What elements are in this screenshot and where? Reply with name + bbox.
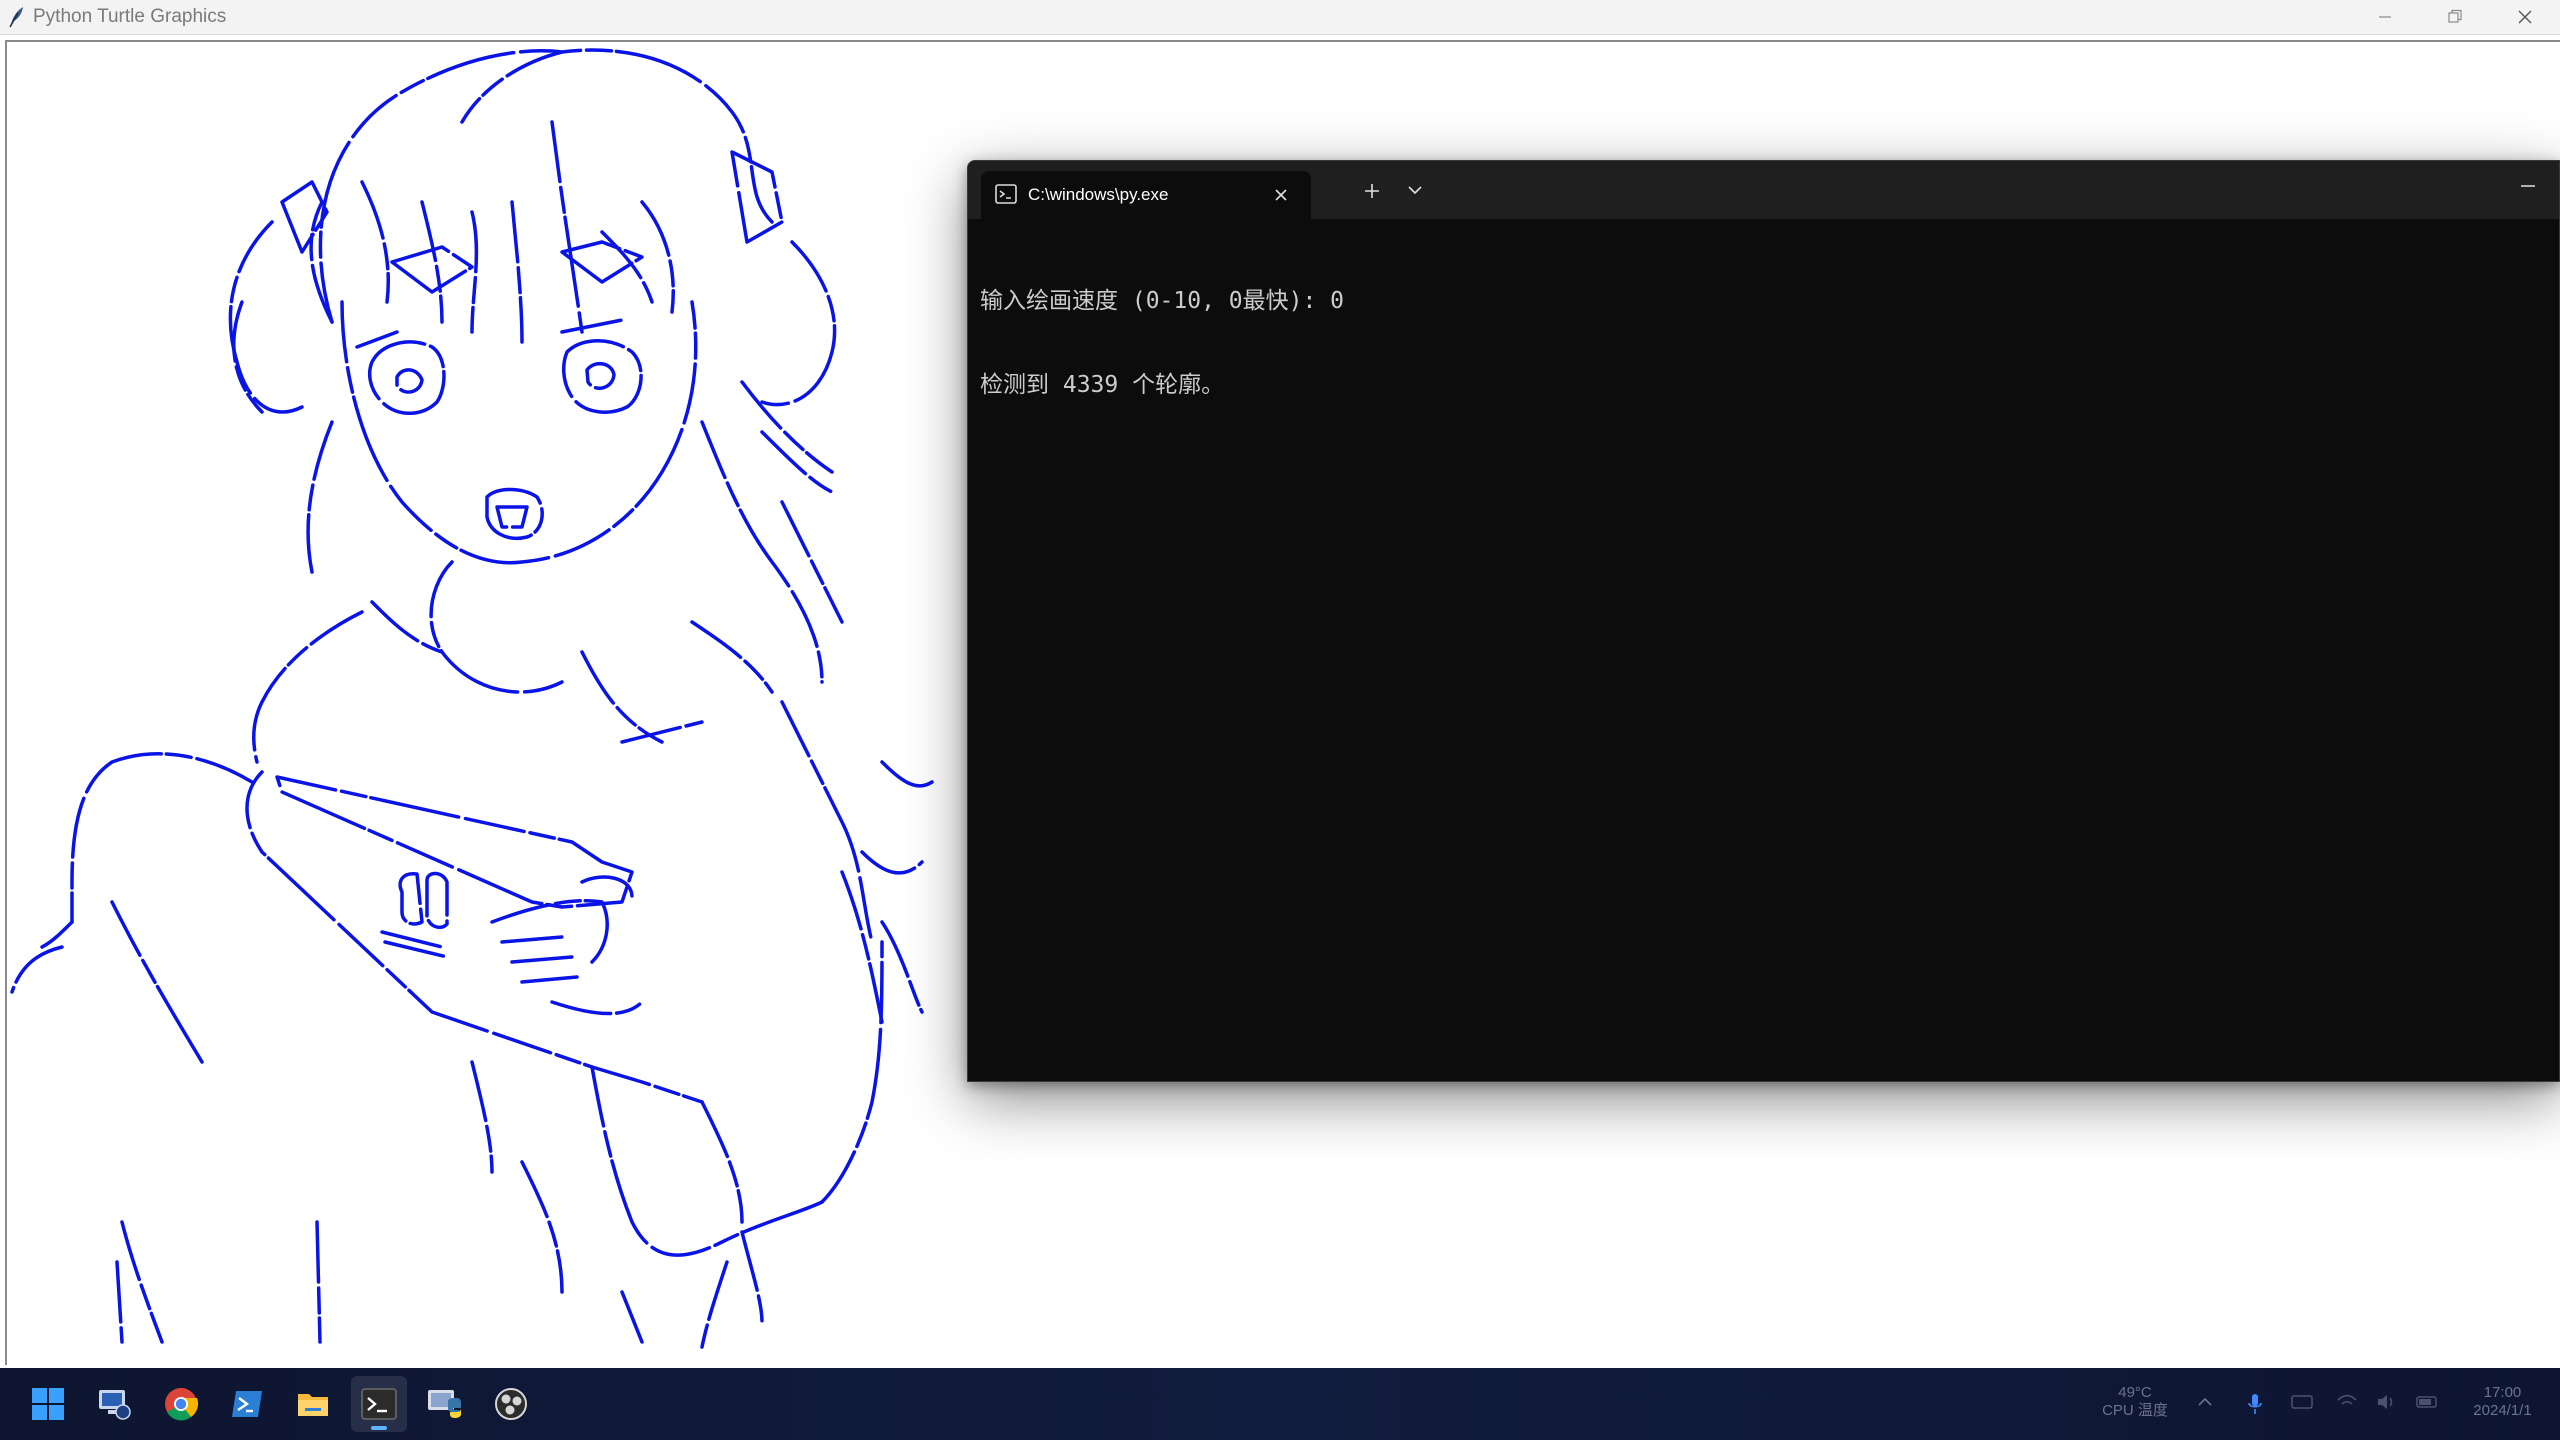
minimize-icon [2379, 16, 2391, 18]
windows-logo-icon [32, 1388, 64, 1420]
clock-time: 17:00 [2483, 1384, 2522, 1401]
folder-icon [298, 1394, 328, 1416]
weather-temp: 49°C [2118, 1384, 2152, 1401]
feather-icon [6, 5, 26, 29]
restore-icon [2448, 9, 2462, 23]
weather-widget[interactable]: 49°C CPU 温度 [2090, 1384, 2180, 1420]
terminal-line-1: 输入绘画速度 (0-10, 0最快): 0 [980, 288, 1345, 314]
close-icon [2518, 10, 2532, 24]
taskbar-remote-desktop[interactable] [86, 1376, 142, 1432]
restore-button[interactable] [2420, 0, 2490, 34]
network-icon[interactable] [2335, 1392, 2359, 1417]
keyboard-icon[interactable] [2290, 1392, 2314, 1417]
python-icon [428, 1390, 461, 1418]
powershell-icon [232, 1391, 262, 1417]
clock-date: 2024/1/1 [2473, 1402, 2532, 1419]
tab-close-icon[interactable] [1271, 185, 1291, 205]
taskbar-powershell[interactable] [219, 1376, 275, 1432]
taskbar-python-turtle[interactable] [417, 1376, 473, 1432]
taskbar-obs-studio[interactable] [483, 1376, 539, 1432]
terminal-line-2: 检测到 4339 个轮廓。 [980, 372, 1225, 398]
show-hidden-icons-button[interactable] [2195, 1392, 2215, 1417]
window-title: Python Turtle Graphics [33, 6, 227, 27]
volume-icon[interactable] [2375, 1392, 2399, 1417]
microphone-icon[interactable] [2245, 1392, 2265, 1421]
terminal-output[interactable]: 输入绘画速度 (0-10, 0最快): 0 检测到 4339 个轮廓。 [980, 231, 2547, 455]
terminal-minimize-button[interactable] [2519, 179, 2537, 198]
plus-icon [1365, 184, 1379, 198]
new-tab-button[interactable] [1362, 181, 1382, 206]
chrome-icon [165, 1388, 199, 1421]
terminal-window[interactable]: C:\windows\py.exe 输入绘画速度 (0-10, 0最快): 0 … [967, 160, 2560, 1082]
battery-icon[interactable] [2415, 1392, 2441, 1417]
obs-icon [495, 1388, 527, 1420]
terminal-tab-title: C:\windows\py.exe [1028, 185, 1169, 204]
minimize-icon [2521, 185, 2535, 187]
terminal-icon [995, 184, 1017, 209]
taskbar-terminal[interactable] [351, 1376, 407, 1432]
terminal-tab[interactable]: C:\windows\py.exe [981, 171, 1311, 219]
terminal-app-icon [361, 1388, 397, 1420]
close-button[interactable] [2490, 0, 2560, 34]
chevron-down-icon [1408, 186, 1422, 195]
terminal-tab-bar: C:\windows\py.exe [968, 161, 2559, 219]
line-art [10, 48, 934, 1349]
tab-dropdown-button[interactable] [1406, 183, 1424, 202]
chevron-up-icon [2198, 1397, 2212, 1406]
turtle-title-bar: Python Turtle Graphics [0, 0, 2560, 35]
weather-desc: CPU 温度 [2102, 1402, 2168, 1419]
minimize-button[interactable] [2350, 0, 2420, 34]
clock[interactable]: 17:00 2024/1/1 [2455, 1384, 2550, 1420]
start-button[interactable] [20, 1376, 76, 1432]
taskbar-chrome[interactable] [153, 1376, 209, 1432]
taskbar-file-explorer[interactable] [285, 1376, 341, 1432]
remote-desktop-icon [99, 1390, 131, 1420]
taskbar: 49°C CPU 温度 17:00 2024/1/1 [0, 1368, 2560, 1440]
